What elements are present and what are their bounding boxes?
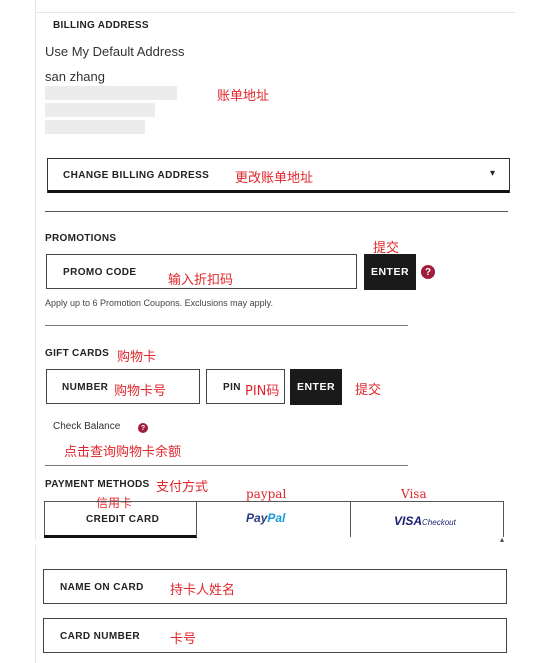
tab-credit-card[interactable]: CREDIT CARD — [44, 501, 197, 538]
blurred-address-line — [45, 86, 177, 100]
divider — [45, 465, 408, 466]
change-billing-address-select[interactable]: CHANGE BILLING ADDRESS 更改账单地址 ▾ — [47, 158, 510, 193]
gift-card-enter-button[interactable]: ENTER — [290, 369, 342, 405]
billing-annotation: 账单地址 — [217, 89, 270, 104]
divider — [45, 211, 508, 212]
payment-methods-heading: PAYMENT METHODS — [45, 479, 150, 490]
check-balance-annotation: 点击查询购物卡余额 — [64, 445, 182, 460]
name-on-card-annotation: 持卡人姓名 — [170, 583, 236, 598]
visa-annotation: Visa — [401, 487, 427, 501]
gift-card-pin-input[interactable]: PIN PIN码 — [206, 369, 285, 404]
visa-logo-text: VISA — [394, 514, 423, 528]
paypal-annotation: paypal — [246, 487, 287, 501]
payment-methods-annotation: 支付方式 — [156, 480, 209, 495]
frame-left-border-lower — [35, 545, 36, 663]
tabs-scroll-indicator-icon: ▴ — [500, 535, 505, 544]
use-default-address-option[interactable]: Use My Default Address — [45, 44, 184, 59]
name-on-card-label: NAME ON CARD — [60, 582, 144, 593]
tab-visa-checkout[interactable]: VISACheckout — [351, 501, 504, 537]
gift-cards-annotation: 购物卡 — [117, 350, 157, 365]
gift-card-number-annotation: 购物卡号 — [114, 384, 167, 399]
gift-cards-heading: GIFT CARDS — [45, 348, 110, 359]
card-number-input[interactable]: CARD NUMBER 卡号 — [43, 618, 507, 653]
promo-code-input[interactable]: PROMO CODE 输入折扣码 — [46, 254, 357, 289]
tab-paypal[interactable]: PayPal — [197, 501, 350, 537]
gift-card-number-input[interactable]: NUMBER 购物卡号 — [46, 369, 200, 404]
divider — [45, 325, 408, 326]
gift-card-submit-annotation: 提交 — [355, 383, 382, 398]
billing-name: san zhang — [45, 69, 105, 84]
paypal-logo: PayPal — [246, 511, 286, 525]
card-number-annotation: 卡号 — [170, 632, 197, 647]
tab-credit-card-label: CREDIT CARD — [86, 514, 160, 525]
name-on-card-input[interactable]: NAME ON CARD 持卡人姓名 — [43, 569, 507, 604]
change-billing-label: CHANGE BILLING ADDRESS — [63, 170, 210, 181]
chevron-down-icon: ▾ — [489, 168, 495, 179]
billing-heading: BILLING ADDRESS — [53, 20, 149, 31]
promo-note: Apply up to 6 Promotion Coupons. Exclusi… — [45, 298, 273, 308]
promo-code-label: PROMO CODE — [63, 267, 137, 278]
promo-help-icon[interactable]: ? — [421, 265, 435, 279]
visa-checkout-text: Checkout — [422, 518, 456, 527]
frame-left-border — [35, 0, 36, 540]
frame-top-border — [35, 12, 515, 13]
visa-checkout-logo: VISACheckout — [394, 512, 456, 530]
gift-card-pin-annotation: PIN码 — [245, 384, 280, 399]
gift-card-number-label: NUMBER — [62, 382, 109, 393]
active-tab-indicator — [44, 535, 197, 538]
gift-card-pin-label: PIN — [223, 382, 241, 393]
paypal-logo-text: ay — [254, 511, 268, 525]
blurred-address-line — [45, 103, 155, 117]
change-billing-annotation: 更改账单地址 — [235, 171, 314, 186]
blurred-address-line — [45, 120, 145, 134]
promotions-heading: PROMOTIONS — [45, 233, 117, 244]
promo-enter-button[interactable]: ENTER — [364, 254, 416, 290]
select-underline — [48, 190, 509, 193]
check-balance-link[interactable]: Check Balance — [53, 421, 120, 432]
check-balance-help-icon[interactable]: ? — [138, 423, 148, 433]
card-number-label: CARD NUMBER — [60, 631, 140, 642]
promo-code-annotation: 输入折扣码 — [168, 273, 234, 288]
